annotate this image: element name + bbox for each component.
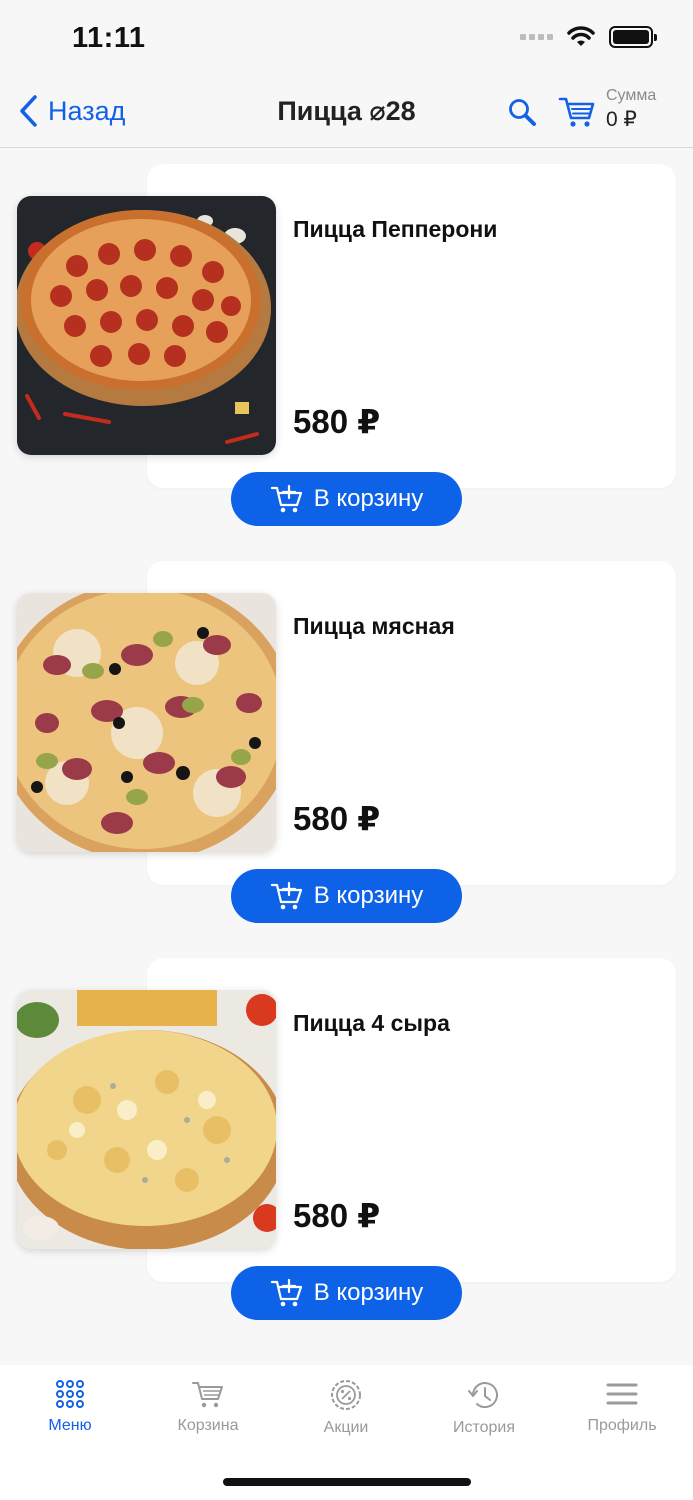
- menu-icon: [606, 1383, 638, 1405]
- cart-icon: [192, 1382, 223, 1408]
- add-to-cart-icon: [270, 1278, 302, 1307]
- add-to-cart-button[interactable]: В корзину: [231, 1266, 462, 1320]
- tab-menu[interactable]: Меню: [10, 1379, 130, 1435]
- tab-promotions[interactable]: Акции: [286, 1379, 406, 1437]
- search-button[interactable]: [506, 96, 540, 130]
- tab-label: Акции: [323, 1419, 369, 1436]
- header-cart-button[interactable]: [558, 94, 598, 130]
- four-cheese-pizza-photo[interactable]: [17, 990, 276, 1249]
- tab-profile[interactable]: Профиль: [562, 1379, 682, 1435]
- history-icon: [468, 1382, 498, 1409]
- product-card: Пицца мясная 580 ₽ В корзину: [0, 561, 693, 931]
- product-card: Пицца 4 сыра 580 ₽ В корзину: [0, 958, 693, 1328]
- navigation-bar: Назад Пицца ⌀28 Сумма 0 ₽: [0, 80, 693, 148]
- add-to-cart-button[interactable]: В корзину: [231, 869, 462, 923]
- wifi-icon: [567, 26, 595, 46]
- pepperoni-pizza-photo[interactable]: [17, 196, 276, 455]
- add-to-cart-label: В корзину: [313, 1279, 424, 1306]
- product-price: 580 ₽: [293, 1197, 381, 1234]
- cart-icon: [558, 97, 595, 127]
- back-button-label: Назад: [48, 95, 126, 126]
- grid-icon: [56, 1380, 84, 1408]
- product-card: Пицца Пепперони 580 ₽ В корзину: [0, 164, 693, 534]
- tab-history[interactable]: История: [424, 1379, 544, 1437]
- discount-icon: [331, 1380, 361, 1410]
- product-price: 580 ₽: [293, 800, 381, 837]
- home-indicator[interactable]: [223, 1478, 471, 1486]
- status-time: 11:11: [72, 22, 146, 54]
- product-name: Пицца мясная: [293, 613, 455, 639]
- cart-sum-label: Сумма: [606, 87, 657, 104]
- tab-label: Корзина: [177, 1417, 239, 1434]
- cart-sum[interactable]: Сумма 0 ₽: [606, 87, 657, 131]
- product-name: Пицца Пепперони: [293, 216, 498, 242]
- add-to-cart-icon: [270, 484, 302, 513]
- product-price: 580 ₽: [293, 403, 381, 440]
- tab-cart[interactable]: Корзина: [148, 1379, 268, 1435]
- chevron-left-icon: [20, 95, 37, 127]
- search-icon: [509, 99, 536, 126]
- tab-label: Профиль: [587, 1417, 657, 1434]
- cellular-signal-icon: [520, 34, 553, 40]
- meat-pizza-photo[interactable]: [17, 593, 276, 852]
- status-icons: [520, 26, 657, 48]
- product-name: Пицца 4 сыра: [293, 1010, 450, 1036]
- status-bar: 11:11: [0, 0, 693, 80]
- tab-label: История: [452, 1419, 516, 1436]
- cart-sum-value: 0 ₽: [606, 108, 637, 131]
- add-to-cart-icon: [270, 881, 302, 910]
- add-to-cart-label: В корзину: [313, 882, 424, 909]
- tab-label: Меню: [48, 1417, 92, 1434]
- add-to-cart-button[interactable]: В корзину: [231, 472, 462, 526]
- battery-icon: [609, 26, 657, 48]
- add-to-cart-label: В корзину: [313, 485, 424, 512]
- back-button[interactable]: Назад: [18, 94, 125, 128]
